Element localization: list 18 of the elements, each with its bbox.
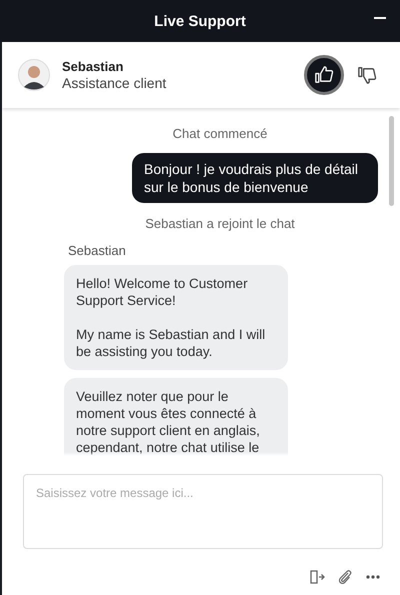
system-message: Chat commencé (172, 126, 268, 141)
sender-name: Sebastian (68, 243, 127, 258)
scrollbar[interactable] (389, 116, 394, 206)
avatar-icon (18, 59, 50, 91)
exit-icon[interactable] (309, 569, 325, 585)
thumbs-up-button[interactable] (304, 55, 344, 95)
message-field[interactable]: Saisissez votre message ici... (23, 474, 383, 549)
system-message: Sebastian a rejoint le chat (145, 216, 295, 231)
window-title: Live Support (154, 12, 246, 30)
thumbs-up-icon (313, 64, 335, 86)
agent-message: Veuillez noter que pour le moment vous êtes connecté à notre support client en anglais, cependant, notre chat utilise le (64, 378, 288, 456)
thumbs-down-icon (356, 64, 378, 86)
agent-name: Sebastian (62, 59, 124, 74)
agent-role: Assistance client (62, 75, 168, 91)
minimize-icon[interactable] (374, 16, 386, 20)
paperclip-icon[interactable] (337, 569, 353, 585)
user-message: Bonjour ! je voudrais plus de détail sur le bonus de bienvenue (132, 153, 378, 203)
agent-message: Hello! Welcome to Customer Support Service! My name is Sebastian and I will be assisting you today. (64, 265, 288, 370)
